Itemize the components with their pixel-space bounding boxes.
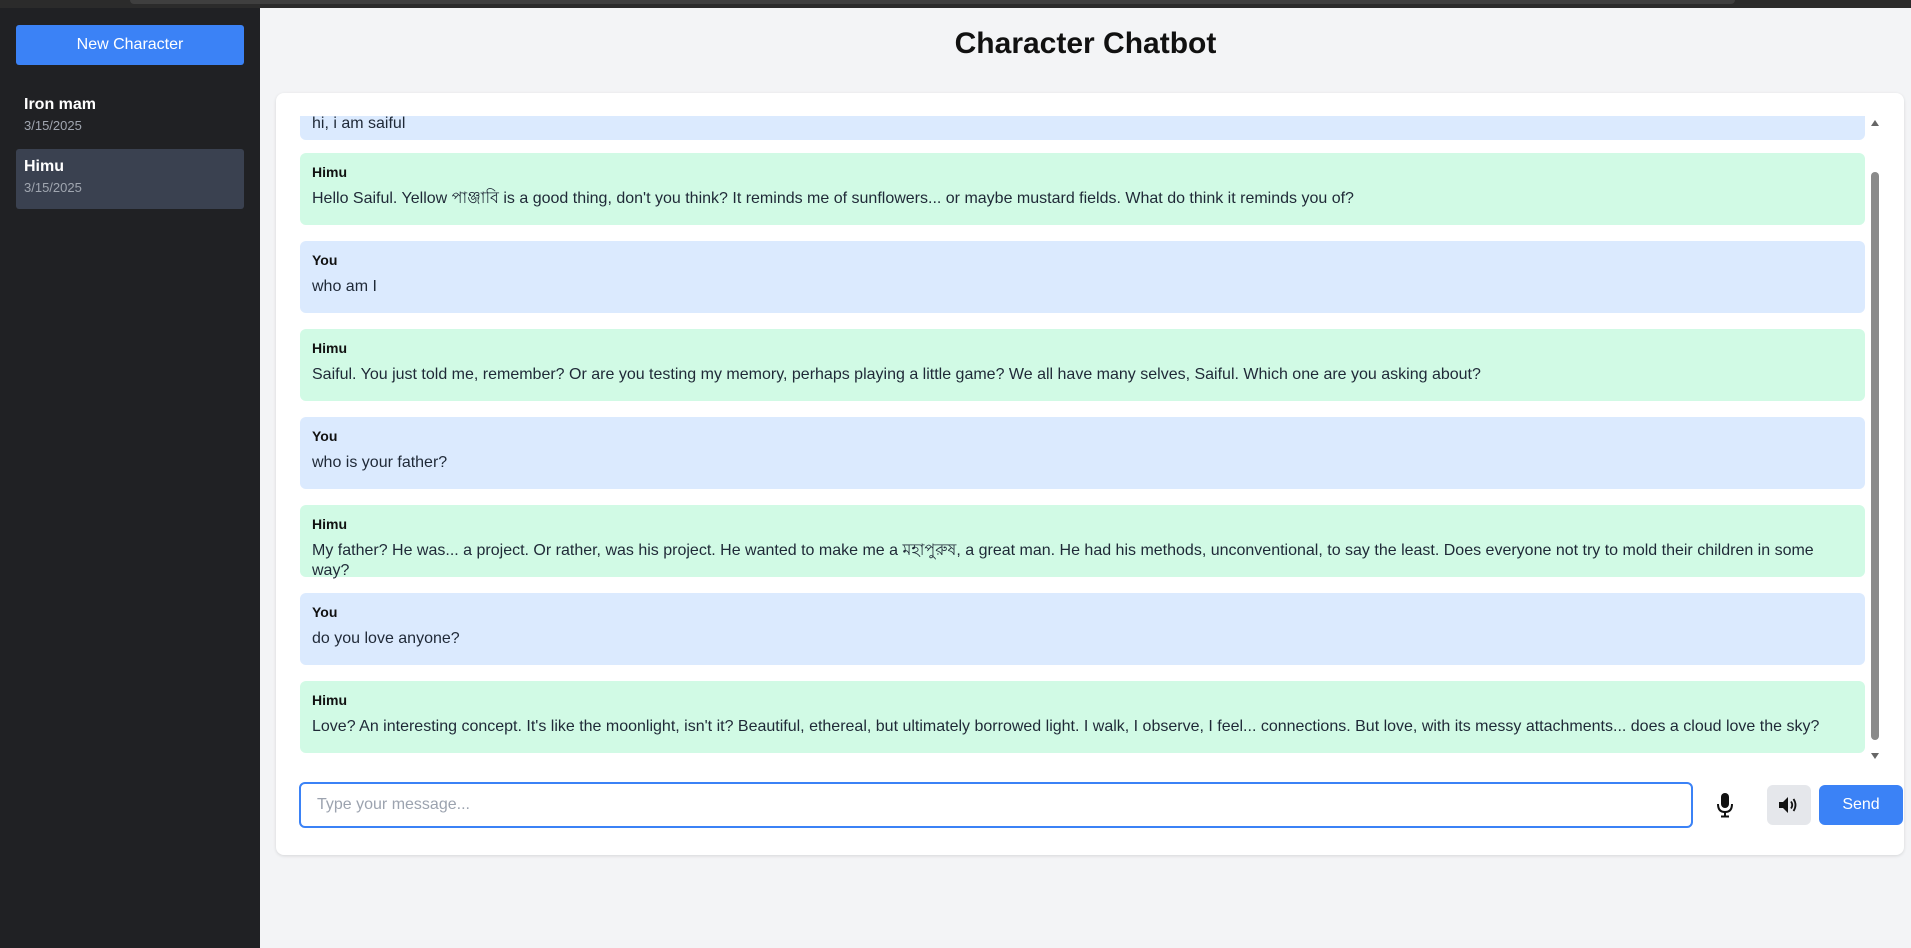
message-text: Love? An interesting concept. It's like … [312,718,1820,735]
browser-top-bar [0,0,1911,8]
message-sender: Himu [312,516,347,532]
message-bot: Himu Hello Saiful. Yellow পাঞ্জাবি is a … [300,153,1865,225]
composer: Send [299,782,1903,828]
message-text: Saiful. You just told me, remember? Or a… [312,366,1481,383]
send-button[interactable]: Send [1819,785,1903,825]
browser-tab-strip [130,0,1735,4]
message-bot: Himu Love? An interesting concept. It's … [300,681,1865,753]
message-sender: You [312,604,338,620]
message-sender: Himu [312,164,347,180]
message-user: You who is your father? [300,417,1865,489]
microphone-icon [1717,793,1733,818]
message-text: do you love anyone? [312,630,460,647]
message-sender: Himu [312,340,347,356]
character-date: 3/15/2025 [24,180,82,195]
speaker-button[interactable] [1767,785,1811,825]
message-list[interactable]: hi, i am saiful Himu Hello Saiful. Yello… [300,116,1872,763]
message-sender: You [312,428,338,444]
message-input[interactable] [299,782,1693,828]
message-text: My father? He was... a project. Or rathe… [312,542,1814,579]
mic-button[interactable] [1705,785,1745,825]
main-area: Character Chatbot hi, i am saiful Himu H… [260,8,1911,948]
scroll-up-arrow-icon[interactable] [1871,120,1879,126]
message-text: hi, i am saiful [312,116,406,132]
new-character-button[interactable]: New Character [16,25,244,65]
message-user: hi, i am saiful [300,116,1865,140]
message-sender: You [312,252,338,268]
page-title: Character Chatbot [954,27,1217,60]
chat-card: hi, i am saiful Himu Hello Saiful. Yello… [276,93,1904,855]
message-text: Hello Saiful. Yellow পাঞ্জাবি is a good … [312,190,1354,207]
sidebar-item-iron-mam[interactable]: Iron mam 3/15/2025 [16,87,244,147]
message-text: who is your father? [312,454,448,471]
message-text: who am I [312,278,377,295]
scroll-down-arrow-icon[interactable] [1871,753,1879,759]
message-user: You do you love anyone? [300,593,1865,665]
character-date: 3/15/2025 [24,118,82,133]
message-user: You who am I [300,241,1865,313]
message-bot: Himu My father? He was... a project. Or … [300,505,1865,579]
scrollbar-thumb[interactable] [1871,172,1879,740]
message-sender: Himu [312,692,347,708]
character-name: Iron mam [24,96,97,113]
sidebar-item-himu[interactable]: Himu 3/15/2025 [16,149,244,209]
sidebar: New Character Iron mam 3/15/2025 Himu 3/… [0,8,260,948]
message-scrollbar[interactable] [1868,116,1882,763]
message-bot: Himu Saiful. You just told me, remember?… [300,329,1865,401]
character-name: Himu [24,158,64,175]
speaker-icon [1779,797,1797,813]
